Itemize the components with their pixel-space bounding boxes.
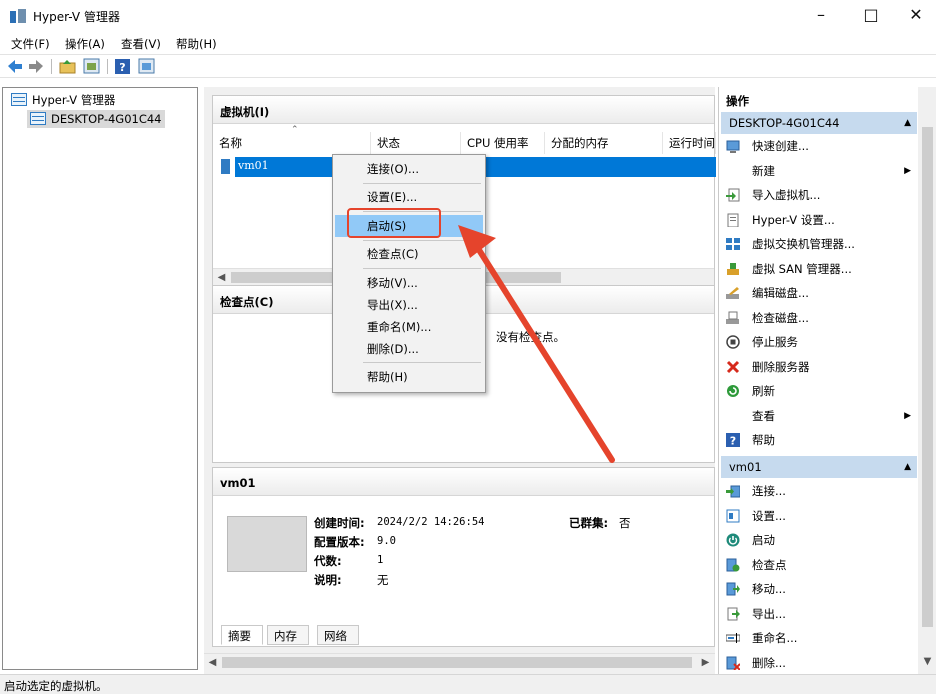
status-text: 启动选定的虚拟机。	[4, 679, 108, 693]
annotation-arrow	[458, 225, 615, 463]
status-bar: 启动选定的虚拟机。	[0, 674, 936, 694]
